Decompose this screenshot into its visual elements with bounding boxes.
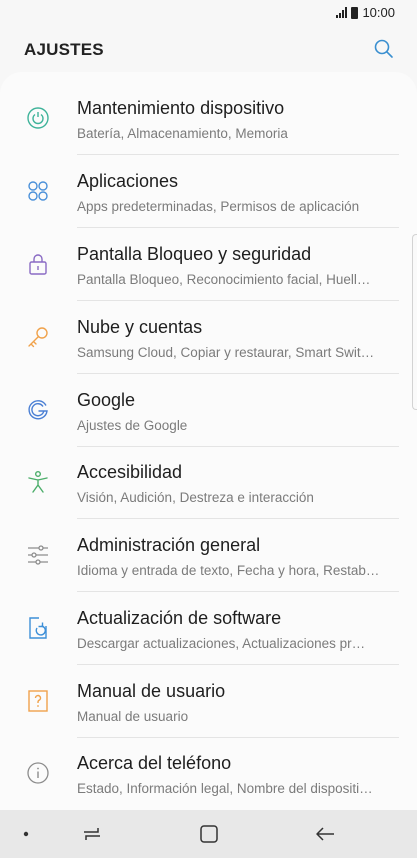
settings-item-google[interactable]: Google Ajustes de Google — [0, 374, 417, 447]
device-maintenance-icon — [26, 106, 50, 130]
settings-item-general-management[interactable]: Administración general Idioma y entrada … — [0, 519, 417, 592]
recents-button[interactable] — [80, 822, 104, 846]
item-label: Manual de usuario — [77, 681, 226, 701]
settings-item-user-manual[interactable]: Manual de usuario Manual de usuario — [0, 665, 417, 738]
navigation-bar — [0, 810, 417, 858]
item-label: Nube y cuentas — [77, 317, 203, 337]
nav-dot-button[interactable] — [14, 822, 38, 846]
back-icon — [316, 827, 334, 841]
item-label: Aplicaciones — [77, 171, 179, 191]
item-subtitle: Descargar actualizaciones, Actualizacion… — [77, 636, 366, 651]
item-label: Pantalla Bloqueo y seguridad — [77, 244, 312, 264]
home-icon — [200, 825, 218, 843]
edge-panel-handle[interactable] — [412, 234, 417, 410]
settings-item-lock-screen[interactable]: Pantalla Bloqueo y seguridad Pantalla Bl… — [0, 228, 417, 301]
info-icon — [26, 761, 50, 785]
battery-icon — [351, 6, 359, 19]
app-header: AJUSTES — [0, 26, 417, 72]
dot-icon — [23, 831, 29, 837]
lock-icon — [26, 252, 50, 276]
settings-item-accessibility[interactable]: Accesibilidad Visión, Audición, Destreza… — [0, 446, 417, 519]
item-subtitle: Ajustes de Google — [77, 418, 188, 433]
back-button[interactable] — [313, 822, 337, 846]
item-subtitle: Batería, Almacenamiento, Memoria — [77, 126, 288, 141]
key-icon — [26, 325, 50, 349]
item-label: Accesibilidad — [77, 462, 183, 482]
item-subtitle: Manual de usuario — [77, 709, 189, 724]
user-manual-icon — [26, 689, 50, 713]
item-subtitle: Pantalla Bloqueo, Reconocimiento facial,… — [77, 272, 371, 287]
item-label: Administración general — [77, 535, 261, 555]
settings-item-about-phone[interactable]: Acerca del teléfono Estado, Información … — [0, 737, 417, 810]
settings-list: Mantenimiento dispositivo Batería, Almac… — [0, 72, 417, 810]
item-label: Actualización de software — [77, 608, 282, 628]
item-subtitle: Visión, Audición, Destreza e interacción — [77, 490, 314, 505]
page-title: AJUSTES — [24, 40, 104, 59]
search-button[interactable] — [373, 38, 395, 60]
settings-item-software-update[interactable]: Actualización de software Descargar actu… — [0, 592, 417, 665]
settings-item-device-maintenance[interactable]: Mantenimiento dispositivo Batería, Almac… — [0, 82, 417, 155]
recents-icon — [84, 828, 100, 840]
status-icons: 10:00 — [336, 5, 395, 20]
status-time: 10:00 — [362, 5, 395, 20]
signal-icon — [336, 7, 348, 18]
google-icon — [26, 398, 50, 422]
item-label: Google — [77, 390, 136, 410]
apps-icon — [26, 179, 50, 203]
accessibility-icon — [26, 470, 50, 494]
item-subtitle: Apps predeterminadas, Permisos de aplica… — [77, 199, 360, 214]
item-subtitle: Samsung Cloud, Copiar y restaurar, Smart… — [77, 345, 375, 360]
software-update-icon — [26, 616, 50, 640]
item-label: Acerca del teléfono — [77, 753, 232, 773]
home-button[interactable] — [197, 822, 221, 846]
status-bar: 10:00 — [0, 0, 417, 26]
item-subtitle: Estado, Información legal, Nombre del di… — [77, 781, 373, 796]
search-icon — [374, 39, 393, 58]
item-label: Mantenimiento dispositivo — [77, 98, 285, 118]
settings-item-cloud-accounts[interactable]: Nube y cuentas Samsung Cloud, Copiar y r… — [0, 301, 417, 374]
item-subtitle: Idioma y entrada de texto, Fecha y hora,… — [77, 563, 380, 578]
settings-item-apps[interactable]: Aplicaciones Apps predeterminadas, Permi… — [0, 155, 417, 228]
sliders-icon — [26, 543, 50, 567]
